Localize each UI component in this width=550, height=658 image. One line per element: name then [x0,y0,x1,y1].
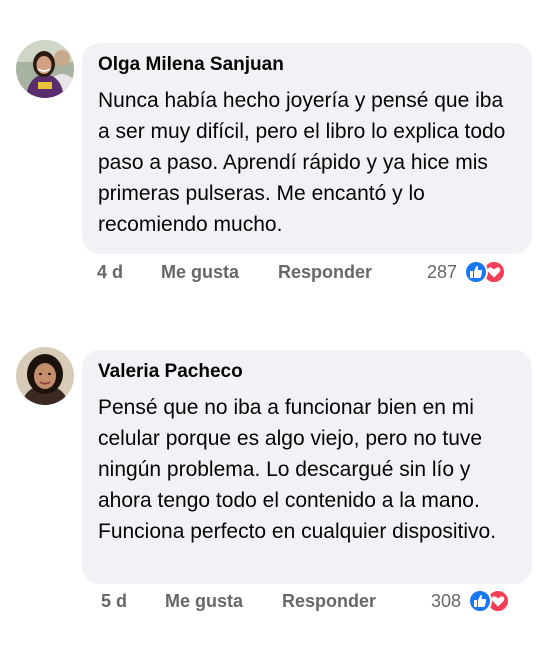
reply-button[interactable]: Responder [282,588,376,614]
reaction-icons[interactable] [468,588,512,614]
comment-text: Pensé que no iba a funcionar bien en mi … [98,396,497,543]
comment-author[interactable]: Valeria Pacheco [98,360,516,384]
reply-button[interactable]: Responder [278,259,372,285]
comment-bubble: Olga Milena Sanjuan Nunca había hecho jo… [82,43,532,254]
reaction-icons[interactable] [464,259,508,285]
like-icon [468,589,492,613]
avatar[interactable] [16,347,74,405]
comment-time[interactable]: 4 d [97,259,123,285]
comment-bubble: Valeria Pacheco Pensé que no iba a funci… [82,350,532,584]
reaction-count[interactable]: 287 [427,259,457,285]
reaction-count[interactable]: 308 [431,588,461,614]
comment-text: Nunca había hecho joyería y pensé que ib… [98,89,506,236]
avatar[interactable] [16,40,74,98]
like-icon [464,260,488,284]
like-button[interactable]: Me gusta [161,259,239,285]
like-button[interactable]: Me gusta [165,588,243,614]
comment-author[interactable]: Olga Milena Sanjuan [98,53,516,77]
comment-time[interactable]: 5 d [101,588,127,614]
